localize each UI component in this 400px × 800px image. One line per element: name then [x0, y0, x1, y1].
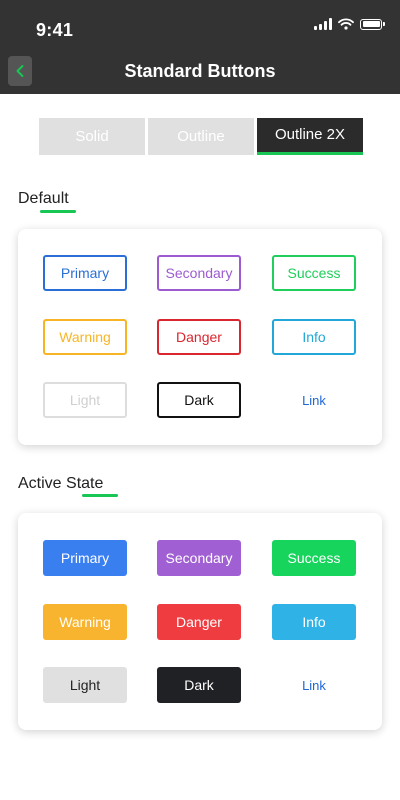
- tab-solid[interactable]: Solid: [39, 118, 145, 155]
- secondary-outline-button[interactable]: Secondary: [157, 255, 241, 291]
- dark-active-button[interactable]: Dark: [157, 667, 241, 703]
- danger-outline-button[interactable]: Danger: [157, 319, 241, 355]
- active-buttons-card: Primary Secondary Success Warning Danger…: [18, 513, 382, 730]
- warning-outline-button[interactable]: Warning: [43, 319, 127, 355]
- secondary-active-button[interactable]: Secondary: [157, 540, 241, 576]
- info-active-button[interactable]: Info: [272, 604, 356, 640]
- section-underline-default: [40, 210, 76, 213]
- info-outline-button[interactable]: Info: [272, 319, 356, 355]
- status-icons: [314, 17, 385, 31]
- tab-bar: Solid Outline Outline 2X: [39, 118, 363, 155]
- success-outline-button[interactable]: Success: [272, 255, 356, 291]
- battery-icon: [360, 18, 385, 30]
- status-time: 9:41: [36, 20, 74, 40]
- tab-outline[interactable]: Outline: [148, 118, 254, 155]
- app-bar: 9:41 Standard Buttons: [0, 0, 400, 94]
- light-outline-button[interactable]: Light: [43, 382, 127, 418]
- link-button[interactable]: Link: [272, 382, 356, 418]
- section-title-active: Active State: [18, 475, 104, 492]
- wifi-icon: [338, 18, 354, 30]
- default-buttons-card: Primary Secondary Success Warning Danger…: [18, 229, 382, 445]
- section-underline-active: [82, 494, 118, 497]
- signal-icon: [314, 18, 332, 30]
- page-title: Standard Buttons: [124, 61, 276, 81]
- success-active-button[interactable]: Success: [272, 540, 356, 576]
- primary-active-button[interactable]: Primary: [43, 540, 127, 576]
- light-active-button[interactable]: Light: [43, 667, 127, 703]
- dark-outline-button[interactable]: Dark: [157, 382, 241, 418]
- link-active-button[interactable]: Link: [272, 667, 356, 703]
- section-title-default: Default: [18, 190, 69, 207]
- primary-outline-button[interactable]: Primary: [43, 255, 127, 291]
- danger-active-button[interactable]: Danger: [157, 604, 241, 640]
- warning-active-button[interactable]: Warning: [43, 604, 127, 640]
- tab-outline-2x[interactable]: Outline 2X: [257, 118, 363, 155]
